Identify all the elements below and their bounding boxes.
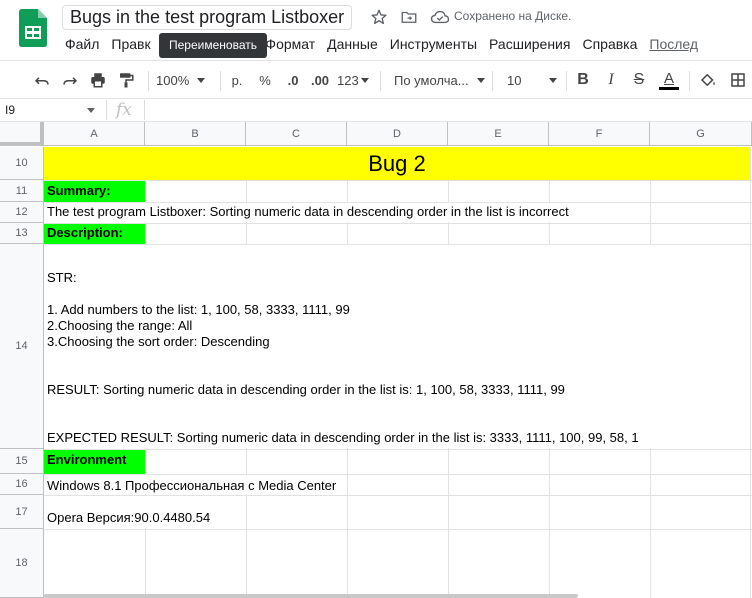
cloud-saved-icon[interactable] bbox=[430, 7, 450, 27]
paint-format-icon[interactable] bbox=[115, 69, 137, 91]
description-step-2[interactable]: 2.Choosing the range: All bbox=[47, 318, 192, 334]
rename-tooltip: Переименовать bbox=[159, 33, 267, 58]
environment-browser-cell[interactable]: Opera Версия:90.0.4480.54 bbox=[47, 510, 210, 526]
toolbar: 100% р. % .0 .00 123 По умолча... 10 B I… bbox=[0, 60, 752, 99]
gridline bbox=[44, 449, 752, 450]
toolbar-separator bbox=[566, 71, 567, 91]
currency-format-button[interactable]: р. bbox=[228, 69, 246, 91]
horizontal-scrollbar[interactable] bbox=[44, 594, 578, 598]
fx-icon: fx bbox=[116, 100, 132, 120]
last-edit-link[interactable]: Послед bbox=[644, 34, 703, 54]
column-header-f[interactable]: F bbox=[549, 122, 650, 146]
formula-bar-separator bbox=[144, 100, 145, 120]
column-header-e[interactable]: E bbox=[448, 122, 549, 146]
chevron-down-icon bbox=[197, 77, 206, 83]
chevron-down-icon bbox=[549, 77, 557, 83]
zoom-value: 100% bbox=[156, 72, 190, 88]
save-status-text: Сохранено на Диске. bbox=[454, 9, 572, 23]
description-str-line[interactable]: STR: bbox=[47, 270, 77, 286]
font-size-select[interactable]: 10 bbox=[507, 69, 557, 91]
font-size-value: 10 bbox=[507, 72, 522, 88]
column-header-c[interactable]: C bbox=[246, 122, 347, 146]
zoom-select[interactable]: 100% bbox=[156, 69, 212, 91]
description-step-3[interactable]: 3.Choosing the sort order: Descending bbox=[47, 334, 270, 350]
menu-help[interactable]: Справка bbox=[577, 34, 642, 54]
menu-tools[interactable]: Инструменты bbox=[385, 34, 482, 54]
row-header-10[interactable]: 10 bbox=[0, 147, 44, 180]
row-header-15[interactable]: 15 bbox=[0, 449, 44, 474]
toolbar-separator bbox=[492, 71, 493, 91]
toolbar-separator bbox=[689, 71, 690, 91]
column-header-b[interactable]: B bbox=[145, 122, 246, 146]
column-header-g[interactable]: G bbox=[650, 122, 752, 146]
chevron-down-icon bbox=[360, 77, 369, 83]
borders-icon[interactable] bbox=[728, 69, 748, 91]
star-icon[interactable] bbox=[369, 7, 389, 27]
menu-file[interactable]: Файл bbox=[60, 34, 104, 54]
row-header-11[interactable]: 11 bbox=[0, 180, 44, 202]
undo-icon[interactable] bbox=[31, 69, 53, 91]
font-family-select[interactable]: По умолча... bbox=[394, 69, 485, 91]
description-result[interactable]: RESULT: Sorting numeric data in descendi… bbox=[47, 382, 565, 398]
font-family-value: По умолча... bbox=[394, 72, 469, 88]
text-color-letter: A bbox=[663, 69, 674, 87]
text-color-button[interactable]: A bbox=[658, 69, 680, 91]
menu-data[interactable]: Данные bbox=[322, 34, 383, 54]
document-title-input[interactable]: Bugs in the test program Listboxer bbox=[62, 5, 353, 30]
menu-edit[interactable]: Правк bbox=[106, 34, 155, 54]
chevron-down-icon bbox=[476, 77, 485, 83]
toolbar-separator bbox=[148, 71, 149, 91]
title-bar: Bugs in the test program Listboxer Сохра… bbox=[0, 0, 752, 60]
percent-format-button[interactable]: % bbox=[256, 69, 274, 91]
bug-title-cell[interactable]: Bug 2 bbox=[44, 147, 750, 180]
number-format-select[interactable]: 123 bbox=[337, 69, 371, 91]
row-header-13[interactable]: 13 bbox=[0, 223, 44, 244]
number-format-value: 123 bbox=[337, 72, 359, 88]
row-header-14[interactable]: 14 bbox=[0, 244, 44, 449]
column-header-a[interactable]: A bbox=[44, 122, 145, 146]
italic-button[interactable]: I bbox=[602, 69, 620, 91]
toolbar-separator bbox=[380, 71, 381, 91]
decrease-decimal-button[interactable]: .0 bbox=[282, 69, 304, 91]
menu-format[interactable]: Формат bbox=[260, 34, 320, 54]
redo-icon[interactable] bbox=[59, 69, 81, 91]
description-expected[interactable]: EXPECTED RESULT: Sorting numeric data in… bbox=[47, 430, 639, 446]
bold-button[interactable]: B bbox=[574, 69, 592, 91]
environment-label-cell[interactable]: Environment bbox=[47, 452, 126, 468]
gridline bbox=[750, 147, 751, 598]
description-step-1[interactable]: 1. Add numbers to the list: 1, 100, 58, … bbox=[47, 302, 350, 318]
formula-bar-separator bbox=[106, 100, 107, 120]
gridline bbox=[44, 223, 752, 224]
increase-decimal-button[interactable]: .00 bbox=[308, 69, 332, 91]
gridline bbox=[44, 180, 752, 181]
description-label-cell[interactable]: Description: bbox=[47, 225, 123, 241]
toolbar-separator bbox=[220, 71, 221, 91]
menu-bar: Файл Правк а Формат Данные Инструменты Р… bbox=[60, 34, 705, 54]
sheets-logo-icon[interactable] bbox=[19, 9, 47, 47]
row-header-12[interactable]: 12 bbox=[0, 202, 44, 223]
strikethrough-button[interactable]: S bbox=[630, 69, 648, 91]
print-icon[interactable] bbox=[87, 69, 109, 91]
summary-text-cell[interactable]: The test program Listboxer: Sorting nume… bbox=[47, 204, 569, 220]
row-header-18[interactable]: 18 bbox=[0, 529, 44, 598]
fill-color-icon[interactable] bbox=[697, 69, 719, 91]
gridline bbox=[44, 529, 752, 530]
formula-bar: I9 fx bbox=[0, 99, 752, 122]
move-to-folder-icon[interactable] bbox=[399, 7, 419, 27]
summary-label-cell[interactable]: Summary: bbox=[47, 183, 111, 199]
row-header-16[interactable]: 16 bbox=[0, 474, 44, 495]
chevron-down-icon[interactable] bbox=[87, 108, 95, 113]
menu-extensions[interactable]: Расширения bbox=[484, 34, 575, 54]
select-all-corner[interactable] bbox=[0, 122, 44, 146]
column-header-d[interactable]: D bbox=[347, 122, 448, 146]
text-color-swatch bbox=[659, 86, 679, 90]
environment-os-cell[interactable]: Windows 8.1 Профессиональная с Media Cen… bbox=[47, 478, 336, 494]
row-header-17[interactable]: 17 bbox=[0, 495, 44, 529]
